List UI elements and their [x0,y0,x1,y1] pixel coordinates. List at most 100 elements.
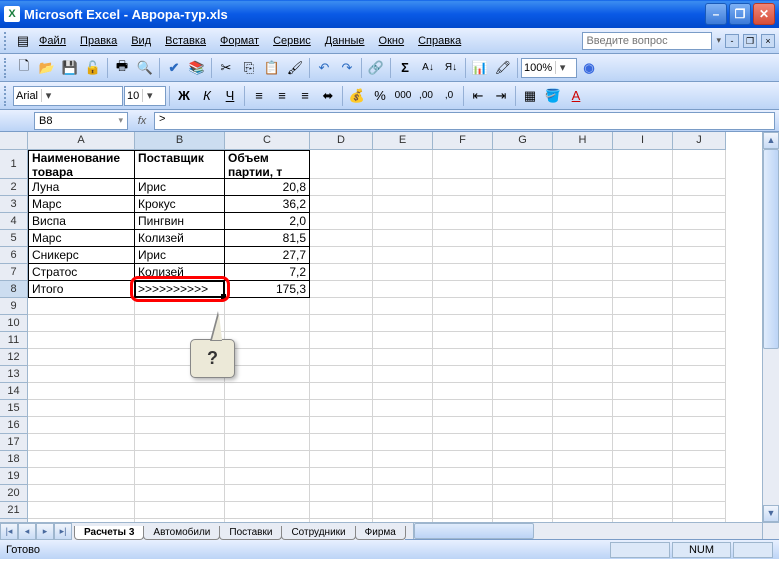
cell-G3[interactable] [493,196,553,213]
cell-H17[interactable] [553,434,613,451]
cell-I19[interactable] [613,468,673,485]
cell-I4[interactable] [613,213,673,230]
cell-I15[interactable] [613,400,673,417]
cell-J8[interactable] [673,281,726,298]
format-painter-icon[interactable]: 🖌 [284,57,306,79]
redo-icon[interactable]: ↷ [336,57,358,79]
cell-J21[interactable] [673,502,726,519]
cell-F8[interactable] [433,281,493,298]
open-icon[interactable]: 📂 [36,57,58,79]
cell-C15[interactable] [225,400,310,417]
tab-next-icon[interactable]: ▸ [36,523,54,540]
cell-I3[interactable] [613,196,673,213]
cell-C12[interactable] [225,349,310,366]
cell-F17[interactable] [433,434,493,451]
decrease-decimal-icon[interactable]: ,0 [438,85,460,107]
cell-I17[interactable] [613,434,673,451]
row-header-9[interactable]: 9 [0,298,28,315]
cell-A9[interactable] [28,298,135,315]
cell-E3[interactable] [373,196,433,213]
cell-G9[interactable] [493,298,553,315]
copy-icon[interactable]: ⎘ [238,57,260,79]
align-center-icon[interactable]: ≡ [271,85,293,107]
currency-icon[interactable]: 💰 [346,85,368,107]
cell-D16[interactable] [310,417,373,434]
cell-I2[interactable] [613,179,673,196]
row-header-12[interactable]: 12 [0,349,28,366]
cell-G2[interactable] [493,179,553,196]
cell-A15[interactable] [28,400,135,417]
cell-B21[interactable] [135,502,225,519]
row-header-8[interactable]: 8 [0,281,28,298]
cell-B4[interactable]: Пингвин [135,213,225,230]
cell-F2[interactable] [433,179,493,196]
cell-C7[interactable]: 7,2 [225,264,310,281]
row-header-1[interactable]: 1 [0,150,28,179]
cell-B1[interactable]: Поставщик [135,150,225,179]
cell-H13[interactable] [553,366,613,383]
cell-J14[interactable] [673,383,726,400]
cell-A17[interactable] [28,434,135,451]
cell-D13[interactable] [310,366,373,383]
bold-button[interactable]: Ж [173,85,195,107]
cell-H11[interactable] [553,332,613,349]
col-header-E[interactable]: E [373,132,433,150]
menu-help[interactable]: Справка [411,32,468,50]
drawing-icon[interactable]: 🖍 [492,57,514,79]
cell-D6[interactable] [310,247,373,264]
cell-C5[interactable]: 81,5 [225,230,310,247]
cell-D8[interactable] [310,281,373,298]
cell-I5[interactable] [613,230,673,247]
col-header-C[interactable]: C [225,132,310,150]
help-search-input[interactable] [582,32,712,50]
cell-G6[interactable] [493,247,553,264]
cell-H9[interactable] [553,298,613,315]
row-header-20[interactable]: 20 [0,485,28,502]
name-box[interactable]: B8▾ [34,112,128,130]
cell-G10[interactable] [493,315,553,332]
row-header-10[interactable]: 10 [0,315,28,332]
row-header-11[interactable]: 11 [0,332,28,349]
cell-G12[interactable] [493,349,553,366]
cell-J15[interactable] [673,400,726,417]
cell-A10[interactable] [28,315,135,332]
cell-C9[interactable] [225,298,310,315]
cell-E12[interactable] [373,349,433,366]
cell-J4[interactable] [673,213,726,230]
align-left-icon[interactable]: ≡ [248,85,270,107]
cell-C4[interactable]: 2,0 [225,213,310,230]
cell-A20[interactable] [28,485,135,502]
cell-F19[interactable] [433,468,493,485]
minimize-button[interactable]: – [705,3,727,25]
cell-C21[interactable] [225,502,310,519]
cell-D17[interactable] [310,434,373,451]
chart-wizard-icon[interactable]: 📊 [469,57,491,79]
cell-A21[interactable] [28,502,135,519]
cell-G17[interactable] [493,434,553,451]
underline-button[interactable]: Ч [219,85,241,107]
cell-J2[interactable] [673,179,726,196]
paste-icon[interactable]: 📋 [261,57,283,79]
cell-C8[interactable]: 175,3 [225,281,310,298]
cell-G1[interactable] [493,150,553,179]
cell-F6[interactable] [433,247,493,264]
cell-E16[interactable] [373,417,433,434]
cell-G21[interactable] [493,502,553,519]
increase-decimal-icon[interactable]: ,00 [415,85,437,107]
cell-E4[interactable] [373,213,433,230]
menu-window[interactable]: Окно [372,32,412,50]
row-header-16[interactable]: 16 [0,417,28,434]
col-header-A[interactable]: A [28,132,135,150]
new-icon[interactable]: 🗋 [13,57,35,79]
row-header-7[interactable]: 7 [0,264,28,281]
col-header-I[interactable]: I [613,132,673,150]
menu-view[interactable]: Вид [124,32,158,50]
cell-F5[interactable] [433,230,493,247]
tab-first-icon[interactable]: |◂ [0,523,18,540]
print-preview-icon[interactable]: 🔍 [134,57,156,79]
undo-icon[interactable]: ↶ [313,57,335,79]
cell-E21[interactable] [373,502,433,519]
cell-J19[interactable] [673,468,726,485]
cell-D10[interactable] [310,315,373,332]
cell-B18[interactable] [135,451,225,468]
